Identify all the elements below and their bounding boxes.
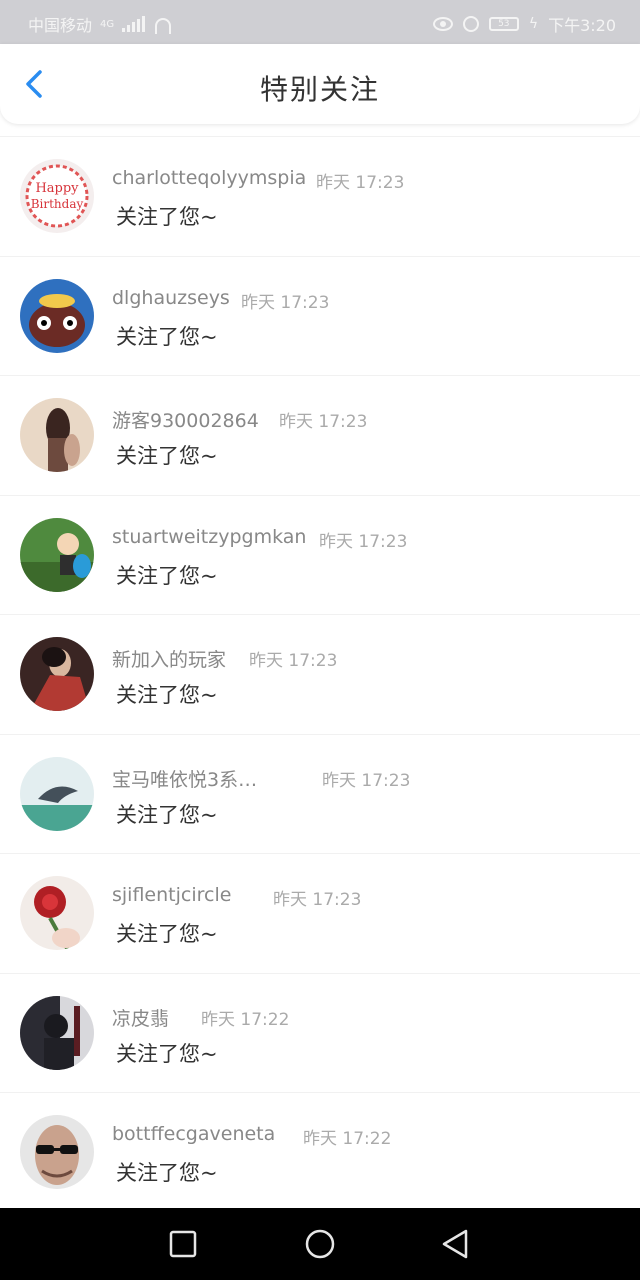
avatar[interactable] xyxy=(20,756,94,831)
avatar[interactable] xyxy=(20,637,94,711)
list-item[interactable]: bottffecgaveneta 昨天 17:22 关注了您~ xyxy=(0,1092,640,1212)
battery-level: 53 xyxy=(498,19,510,29)
user-name: sjiflentjcircle xyxy=(112,884,232,906)
avatar[interactable] xyxy=(20,995,94,1070)
list-item[interactable]: sjiflentjcircle 昨天 17:23 关注了您~ xyxy=(0,853,640,973)
message-text: 关注了您~ xyxy=(116,324,218,349)
user-name: 新加入的玩家 xyxy=(112,649,227,671)
follow-list: Happy Birthday charlotteqolyymspia 昨天 17… xyxy=(0,136,640,1212)
status-right: 53 ϟ 下午3:20 xyxy=(432,12,616,36)
battery-icon: 53 xyxy=(488,17,519,31)
home-button[interactable] xyxy=(302,1226,338,1262)
timestamp: 昨天 17:23 xyxy=(319,531,408,552)
message-text: 关注了您~ xyxy=(116,205,218,229)
message-text: 关注了您~ xyxy=(116,922,218,946)
list-item[interactable]: Happy Birthday charlotteqolyymspia 昨天 17… xyxy=(0,136,640,256)
user-name: stuartweitzypgmkan xyxy=(112,525,307,548)
timestamp: 昨天 17:23 xyxy=(279,412,368,432)
avatar[interactable] xyxy=(20,876,94,950)
list-item[interactable]: dlghauzseys 昨天 17:23 关注了您~ xyxy=(0,255,640,376)
avatar[interactable] xyxy=(20,1115,94,1189)
recent-apps-icon xyxy=(169,1230,197,1258)
user-name: 凉皮翡 xyxy=(112,1007,170,1030)
svg-text:Happy: Happy xyxy=(35,181,79,196)
timestamp: 昨天 17:23 xyxy=(316,173,405,193)
timestamp: 昨天 17:23 xyxy=(241,292,330,313)
back-triangle-icon xyxy=(442,1229,468,1259)
clock: 下午3:20 xyxy=(548,16,616,35)
list-item[interactable]: 新加入的玩家 昨天 17:23 关注了您~ xyxy=(0,614,640,734)
carrier-label: 中国移动 xyxy=(28,16,93,35)
message-text: 关注了您~ xyxy=(116,444,218,468)
avatar[interactable] xyxy=(20,398,94,472)
user-name: 宝马唯依悦3系… xyxy=(112,768,258,791)
system-nav-bar xyxy=(0,1208,640,1280)
alarm-icon xyxy=(462,16,479,32)
list-item[interactable]: 凉皮翡 昨天 17:22 关注了您~ xyxy=(0,972,640,1093)
user-name: charlotteqolyymspia xyxy=(112,167,307,189)
list-item[interactable]: stuartweitzypgmkan 昨天 17:23 关注了您~ xyxy=(0,494,640,615)
app-header: 特别关注 xyxy=(0,44,640,124)
avatar[interactable]: Happy Birthday xyxy=(20,159,94,233)
message-text: 关注了您~ xyxy=(116,563,218,588)
message-text: 关注了您~ xyxy=(116,802,218,827)
user-name: dlghauzseys xyxy=(112,286,230,309)
eye-icon xyxy=(432,17,453,31)
message-text: 关注了您~ xyxy=(116,1161,218,1185)
timestamp: 昨天 17:22 xyxy=(303,1129,392,1149)
list-item[interactable]: 宝马唯依悦3系… 昨天 17:23 关注了您~ xyxy=(0,733,640,854)
signal-icon xyxy=(122,16,146,32)
status-left: 中国移动 4G xyxy=(28,12,173,36)
avatar[interactable] xyxy=(20,517,94,592)
timestamp: 昨天 17:22 xyxy=(201,1009,290,1030)
recent-apps-button[interactable] xyxy=(165,1226,201,1262)
avatar[interactable] xyxy=(20,278,94,353)
message-text: 关注了您~ xyxy=(116,1041,218,1066)
timestamp: 昨天 17:23 xyxy=(249,651,338,671)
network-label: 4G xyxy=(100,18,115,30)
charging-icon: ϟ xyxy=(528,16,539,32)
user-name: bottffecgaveneta xyxy=(112,1123,276,1145)
timestamp: 昨天 17:23 xyxy=(273,890,362,910)
list-item[interactable]: 游客930002864 昨天 17:23 关注了您~ xyxy=(0,375,640,495)
user-name: 游客930002864 xyxy=(112,410,259,432)
status-bar: 中国移动 4G 53 ϟ 下午3:20 xyxy=(0,0,640,44)
message-text: 关注了您~ xyxy=(116,683,218,707)
home-icon xyxy=(305,1229,335,1259)
svg-text:Birthday: Birthday xyxy=(31,197,84,211)
timestamp: 昨天 17:23 xyxy=(322,770,411,791)
wifi-icon xyxy=(153,16,173,34)
page-title: 特别关注 xyxy=(259,73,380,106)
back-nav-button[interactable] xyxy=(438,1226,474,1262)
